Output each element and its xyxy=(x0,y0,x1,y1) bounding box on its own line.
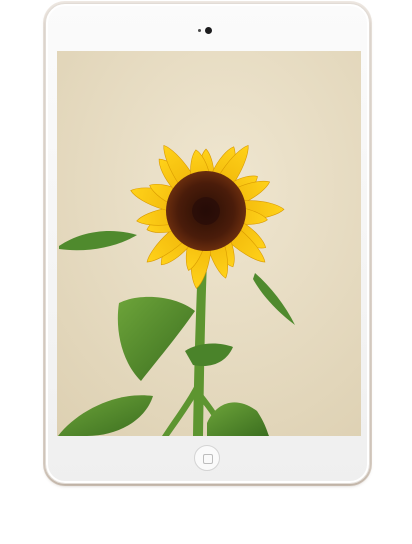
speaker-icon xyxy=(198,29,201,32)
camera-icon xyxy=(205,27,212,34)
sunflower-center-core xyxy=(192,197,220,225)
stage xyxy=(0,0,412,544)
tablet-device xyxy=(45,3,370,484)
tablet-screen xyxy=(57,51,361,436)
sunflower-wallpaper xyxy=(57,51,361,436)
home-button-icon xyxy=(203,454,213,464)
home-button[interactable] xyxy=(194,445,220,471)
